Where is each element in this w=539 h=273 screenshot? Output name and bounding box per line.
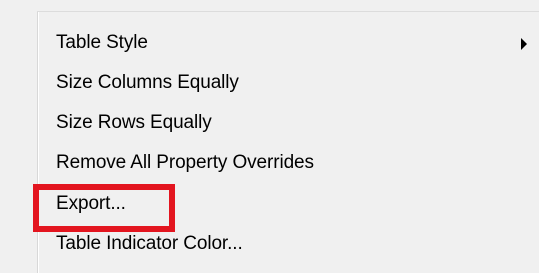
menu-item-size-rows-equally[interactable]: Size Rows Equally bbox=[0, 104, 539, 144]
menu-top-border bbox=[37, 11, 539, 12]
menu-item-label: Table Indicator Color... bbox=[56, 233, 243, 254]
menu-item-size-columns-equally[interactable]: Size Columns Equally bbox=[0, 64, 539, 104]
menu-item-export[interactable]: Export... bbox=[0, 185, 539, 225]
menu-item-label: Remove All Property Overrides bbox=[56, 152, 314, 173]
menu-item-label: Export... bbox=[56, 193, 126, 214]
chevron-right-icon bbox=[521, 38, 527, 50]
screenshot-page: Table Style Size Columns Equally Size Ro… bbox=[0, 0, 539, 273]
menu-item-remove-all-property-overrides[interactable]: Remove All Property Overrides bbox=[0, 144, 539, 184]
menu-item-label: Size Rows Equally bbox=[56, 112, 212, 133]
menu-item-label: Size Columns Equally bbox=[56, 72, 239, 93]
menu-item-table-indicator-color[interactable]: Table Indicator Color... bbox=[0, 225, 539, 265]
menu-item-label: Table Style bbox=[56, 32, 148, 53]
menu-item-table-style[interactable]: Table Style bbox=[0, 24, 539, 64]
